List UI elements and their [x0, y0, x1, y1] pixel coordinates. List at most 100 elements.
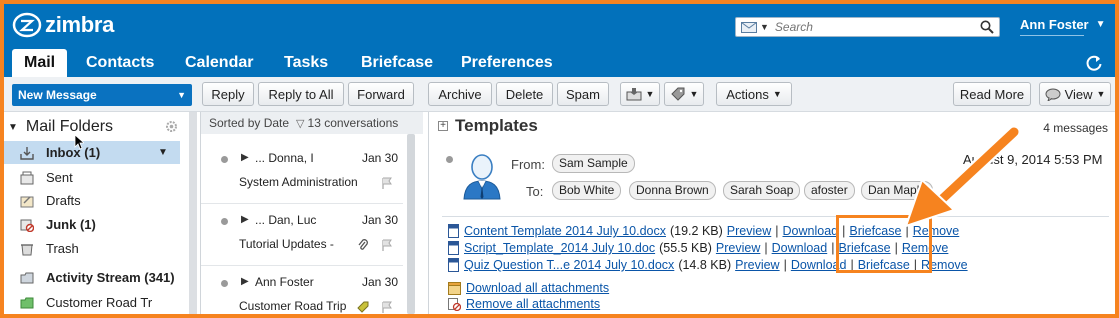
- conversation-title: Templates: [455, 116, 538, 135]
- refresh-icon[interactable]: [1084, 53, 1104, 73]
- attachment-size: (19.2 KB): [669, 224, 723, 238]
- tab-tasks[interactable]: Tasks: [284, 49, 328, 77]
- sidebar-scrollbar[interactable]: [189, 112, 197, 314]
- chevron-down-icon: ▼: [689, 89, 699, 99]
- conversation-date: Jan 30: [362, 213, 399, 227]
- tab-preferences[interactable]: Preferences: [461, 49, 553, 77]
- folder-activity-stream[interactable]: Activity Stream (341): [4, 266, 180, 289]
- actions-button[interactable]: Actions ▼: [716, 82, 792, 106]
- preview-link[interactable]: Preview: [716, 241, 760, 255]
- attachment-name-link[interactable]: Script_Template_2014 July 10.doc: [464, 241, 655, 255]
- list-item[interactable]: ▶ Ann Foster Jan 30 Customer Road Trip: [201, 266, 403, 314]
- user-menu[interactable]: Ann Foster ▼: [1020, 17, 1106, 36]
- list-scrollbar[interactable]: [407, 134, 415, 314]
- delete-button[interactable]: Delete: [496, 82, 553, 106]
- archive-button[interactable]: Archive: [428, 82, 492, 106]
- to-address-chip[interactable]: Bob White: [552, 181, 622, 200]
- user-underline: [1020, 35, 1084, 36]
- folder-sent[interactable]: Sent: [4, 166, 180, 189]
- to-address-chip[interactable]: afoster: [804, 181, 855, 200]
- search-input[interactable]: [774, 20, 980, 34]
- conversation-count: 13 conversations: [307, 116, 399, 130]
- mouse-pointer-icon: [74, 134, 84, 150]
- sort-label[interactable]: Sorted by Date: [209, 116, 289, 130]
- envelope-icon[interactable]: [741, 21, 757, 33]
- view-label: View: [1064, 86, 1093, 102]
- forward-button[interactable]: Forward: [348, 82, 414, 106]
- conversation-date: Jan 30: [362, 151, 399, 165]
- flag-icon[interactable]: [381, 239, 393, 251]
- to-address-chip[interactable]: Sarah Soap: [723, 181, 801, 200]
- search-type-caret-icon[interactable]: ▼: [760, 22, 769, 32]
- separator: |: [831, 241, 835, 255]
- download-all-link[interactable]: Download all attachments: [466, 281, 609, 295]
- speech-bubble-icon: [1045, 88, 1061, 101]
- word-document-icon: [448, 241, 459, 255]
- mail-folders-title: Mail Folders: [25, 118, 114, 135]
- list-item[interactable]: ▶ ... Dan, Luc Jan 30 Tutorial Updates -: [201, 204, 403, 266]
- view-button[interactable]: View ▼: [1039, 82, 1111, 106]
- chevron-down-icon: ▼: [1096, 89, 1106, 99]
- move-button[interactable]: ▼: [620, 82, 660, 106]
- tag-icon: [670, 87, 685, 101]
- remove-all-icon: [448, 297, 461, 311]
- expand-triangle-icon[interactable]: ▶: [241, 276, 249, 287]
- app-name: zimbra: [45, 12, 115, 37]
- collapse-triangle-icon[interactable]: ▼: [8, 122, 18, 133]
- mail-folders-header[interactable]: ▼ Mail Folders: [8, 118, 113, 136]
- chevron-down-icon[interactable]: ▼: [177, 90, 186, 100]
- attachment-size: (14.8 KB): [678, 258, 732, 272]
- expand-triangle-icon[interactable]: ▶: [241, 214, 249, 225]
- remove-all-link[interactable]: Remove all attachments: [466, 297, 600, 311]
- flag-icon[interactable]: [381, 301, 393, 313]
- reply-all-button[interactable]: Reply to All: [258, 82, 344, 106]
- zimbra-logo[interactable]: zimbra: [12, 12, 114, 38]
- word-document-icon: [448, 224, 459, 238]
- tag-button[interactable]: ▼: [664, 82, 704, 106]
- download-link[interactable]: Download: [772, 241, 828, 255]
- gear-icon[interactable]: [165, 120, 178, 133]
- avatar: [463, 154, 501, 200]
- attachment-name-link[interactable]: Content Template 2014 July 10.docx: [464, 224, 666, 238]
- from-address-chip[interactable]: Sam Sample: [552, 154, 635, 173]
- download-link[interactable]: Download: [783, 224, 839, 238]
- expand-all-icon[interactable]: +: [438, 121, 448, 131]
- spam-button[interactable]: Spam: [557, 82, 609, 106]
- attachment-name-link[interactable]: Quiz Question T...e 2014 July 10.docx: [464, 258, 674, 272]
- activity-icon: [20, 272, 34, 283]
- search-icon[interactable]: [980, 20, 994, 34]
- folder-label: Drafts: [46, 193, 81, 208]
- preview-link[interactable]: Preview: [727, 224, 771, 238]
- sort-direction-icon[interactable]: ▽: [296, 117, 304, 130]
- expand-triangle-icon[interactable]: ▶: [241, 152, 249, 163]
- folder-drafts[interactable]: Drafts: [4, 189, 180, 212]
- folder-trash[interactable]: Trash: [4, 237, 180, 260]
- folder-customer-road-trip[interactable]: Customer Road Tr: [4, 291, 180, 314]
- tab-mail[interactable]: Mail: [12, 49, 68, 77]
- chevron-down-icon[interactable]: ▼: [158, 147, 168, 158]
- chevron-down-icon: ▼: [645, 89, 655, 99]
- list-item[interactable]: ▶ ... Donna, I Jan 30 System Administrat…: [201, 142, 403, 204]
- folder-sidebar: ▼ Mail Folders Inbox (1) ▼ Sent Drafts J…: [4, 112, 188, 314]
- new-message-button[interactable]: New Message ▼: [12, 84, 192, 106]
- tab-briefcase[interactable]: Briefcase: [361, 49, 433, 77]
- drafts-icon: [20, 196, 34, 207]
- inbox-icon: [20, 146, 34, 160]
- tab-contacts[interactable]: Contacts: [86, 49, 154, 77]
- folder-junk[interactable]: Junk (1): [4, 213, 180, 236]
- download-all-icon: [448, 281, 461, 295]
- search-box[interactable]: ▼: [735, 17, 1000, 37]
- conversation-date: Jan 30: [362, 275, 399, 289]
- folder-icon: [20, 297, 34, 308]
- flag-icon[interactable]: [381, 177, 393, 189]
- reply-button[interactable]: Reply: [202, 82, 254, 106]
- folder-label: Trash: [46, 241, 79, 256]
- read-more-button[interactable]: Read More: [953, 82, 1031, 106]
- list-header[interactable]: Sorted by Date ▽ 13 conversations: [201, 112, 423, 134]
- word-document-icon: [448, 258, 459, 272]
- to-address-chip[interactable]: Donna Brown: [629, 181, 716, 200]
- preview-link[interactable]: Preview: [735, 258, 779, 272]
- user-name: Ann Foster: [1020, 17, 1089, 32]
- folder-inbox[interactable]: Inbox (1) ▼: [4, 141, 180, 164]
- tab-calendar[interactable]: Calendar: [185, 49, 253, 77]
